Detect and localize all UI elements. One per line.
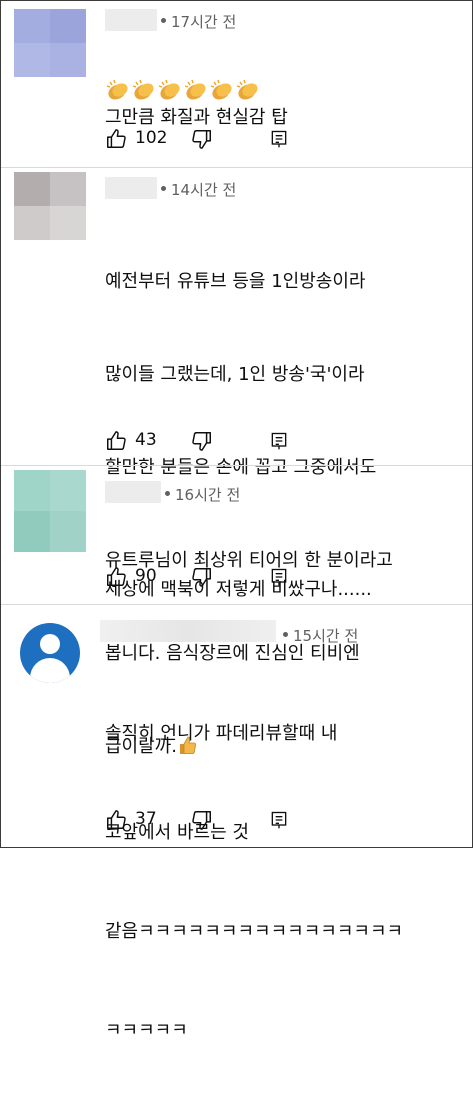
author-name-redacted[interactable] [100, 620, 276, 642]
comment-line: ㅋㅋㅋㅋㅋ [105, 1020, 188, 1041]
comment-line: 예전부터 유튜브 등을 1인방송이라 [105, 271, 366, 292]
comment-line: 솔직히 언니가 파데리뷰할때 내 [105, 723, 338, 744]
avatar-head-shape [40, 634, 60, 654]
avatar-blur-cell [50, 511, 86, 552]
reply-comment-icon [271, 568, 287, 586]
comment-divider [1, 167, 472, 168]
separator-dot [161, 18, 166, 23]
comment-timestamp: 16시간 전 [165, 484, 240, 505]
avatar-blur-cell [14, 172, 50, 206]
avatar-blur-cell [50, 172, 86, 206]
comment-timestamp: 14시간 전 [161, 179, 236, 200]
separator-dot [283, 632, 288, 637]
comment-actions: 37 [105, 807, 305, 833]
comment-line: 할만한 분들은 손에 꼽고 그중에서도 [105, 457, 377, 478]
separator-dot [161, 186, 166, 191]
reply-button[interactable] [269, 428, 289, 454]
timestamp-text: 16시간 전 [175, 486, 241, 504]
reply-comment-icon [271, 811, 287, 829]
comment-line: 같음ㅋㅋㅋㅋㅋㅋㅋㅋㅋㅋㅋㅋㅋㅋㅋㅋ [105, 921, 404, 942]
comment-divider [1, 604, 472, 605]
reply-button[interactable] [269, 807, 289, 833]
avatar-blur-cell [14, 206, 50, 240]
avatar[interactable] [14, 470, 86, 552]
clapping-hands-icon [106, 79, 261, 104]
timestamp-text: 14시간 전 [171, 181, 237, 199]
author-name-redacted[interactable] [105, 481, 161, 503]
like-count: 102 [135, 128, 168, 148]
like-count: 90 [135, 566, 157, 586]
comment-line: 많이들 그랬는데, 1인 방송'국'이라 [105, 364, 365, 385]
reply-comment-icon [271, 432, 287, 450]
reply-button[interactable] [269, 126, 289, 152]
avatar-blur-cell [14, 9, 50, 43]
like-button[interactable] [105, 807, 127, 833]
comment-timestamp: 15시간 전 [283, 625, 358, 646]
avatar-blur-cell [14, 470, 50, 511]
timestamp-text: 15시간 전 [293, 627, 359, 645]
thumbs-down-icon [192, 432, 211, 451]
thumbs-down-icon [192, 568, 211, 587]
dislike-button[interactable] [191, 564, 213, 590]
avatar-blur-cell [14, 511, 50, 552]
author-name-redacted[interactable] [105, 177, 157, 199]
avatar-blur-cell [50, 43, 86, 77]
avatar-blur-cell [50, 470, 86, 511]
timestamp-text: 17시간 전 [171, 13, 237, 31]
reply-comment-icon [271, 130, 287, 148]
comment-text: 솔직히 언니가 파데리뷰할때 내 코앞에서 바르는 것 같음ㅋㅋㅋㅋㅋㅋㅋㅋㅋㅋ… [105, 651, 403, 1113]
dislike-button[interactable] [191, 807, 213, 833]
avatar[interactable] [14, 9, 86, 77]
dislike-button[interactable] [191, 428, 213, 454]
comment-actions: 90 [105, 564, 305, 590]
avatar-blur-cell [14, 43, 50, 77]
avatar-body-shape [30, 658, 70, 683]
thumbs-down-icon [192, 130, 211, 149]
thumbs-up-icon [107, 431, 126, 450]
like-button[interactable] [105, 126, 127, 152]
thumbs-up-icon [107, 129, 126, 148]
thumbs-down-icon [192, 811, 211, 830]
comment-divider [1, 465, 472, 466]
comment-actions: 43 [105, 428, 305, 454]
dislike-button[interactable] [191, 126, 213, 152]
like-button[interactable] [105, 564, 127, 590]
like-count: 37 [135, 809, 157, 829]
avatar-blur-cell [50, 9, 86, 43]
thumbs-up-icon [107, 567, 126, 586]
thumbs-up-icon [107, 810, 126, 829]
comment-actions: 102 [105, 126, 305, 152]
reply-button[interactable] [269, 564, 289, 590]
like-button[interactable] [105, 428, 127, 454]
avatar-blur-cell [50, 206, 86, 240]
comment-timestamp: 17시간 전 [161, 11, 236, 32]
author-name-redacted[interactable] [105, 9, 157, 31]
separator-dot [165, 491, 170, 496]
like-count: 43 [135, 430, 157, 450]
clap-emoji-row [105, 78, 265, 109]
comment-text: 그만큼 화질과 현실감 탑 [105, 40, 288, 195]
default-user-avatar-icon[interactable] [20, 623, 80, 683]
avatar[interactable] [14, 172, 86, 240]
